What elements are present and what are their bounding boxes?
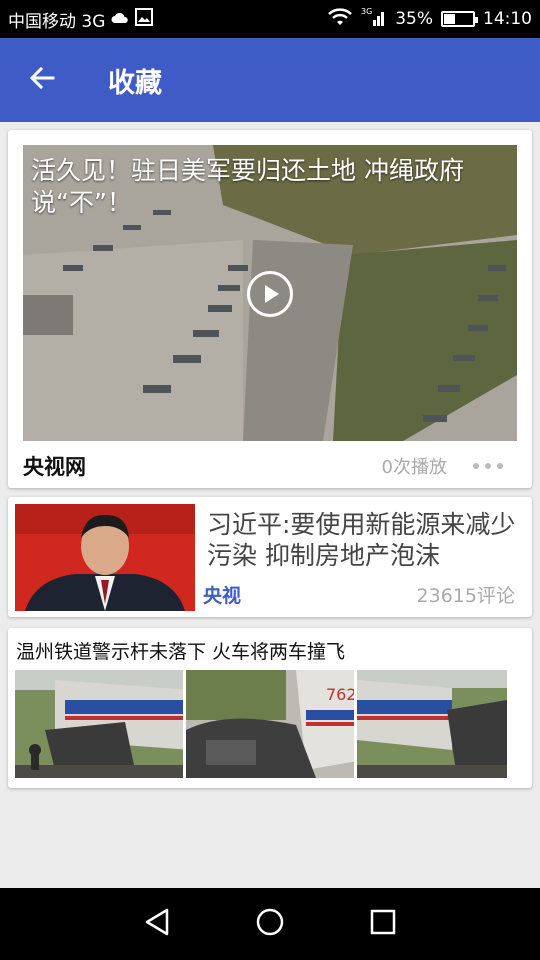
wifi-icon [327,7,353,32]
gallery-card[interactable]: 温州铁道警示杆未落下 火车将两车撞飞 762 [8,628,532,788]
clock: 14:10 [483,9,532,29]
video-title: 活久见！驻日美军要归还土地 冲绳政府说“不”！ [31,156,464,217]
system-nav-bar [0,888,540,960]
back-triangle-icon [144,908,170,940]
news-title: 习近平:要使用新能源来减少污染 抑制房地产泡沫 [207,510,516,570]
nav-home-button[interactable] [250,904,290,944]
recents-square-icon [370,909,396,939]
play-icon [265,285,279,303]
play-button[interactable] [247,271,293,317]
cloud-icon [111,9,129,29]
battery-icon [441,11,478,27]
nav-back-button[interactable] [137,904,177,944]
svg-text:7620: 7620 [326,685,354,704]
signal-3g-icon: 3G [361,6,387,33]
home-circle-icon [256,908,284,940]
app-bar: 收藏 [0,38,540,122]
battery-percent: 35% [395,9,433,29]
more-horizontal-icon [473,463,479,469]
gallery-image-3[interactable] [357,670,525,778]
gallery-image-2[interactable]: 7620 [186,670,354,778]
back-button[interactable] [0,38,84,122]
news-source: 央视 [203,585,242,607]
carrier-text: 中国移动 3G [8,11,106,32]
gallery-title: 温州铁道警示杆未落下 火车将两车撞飞 [16,641,346,663]
status-bar: 中国移动 3G 3G 35% 14:10 [0,0,540,38]
news-card[interactable]: 习近平:要使用新能源来减少污染 抑制房地产泡沫 央视 23615评论 [8,497,532,617]
comment-count: 23615评论 [416,585,515,607]
favorites-list[interactable]: 活久见！驻日美军要归还土地 冲绳政府说“不”！ 央视网 0次播放 习近平:要使用… [0,122,540,888]
video-card[interactable]: 活久见！驻日美军要归还土地 冲绳政府说“不”！ 央视网 0次播放 [8,130,532,488]
play-count: 0次播放 [381,457,447,478]
more-options-button[interactable] [473,463,503,469]
svg-text:3G: 3G [361,7,372,16]
arrow-left-icon [29,66,55,94]
nav-recents-button[interactable] [363,904,403,944]
news-thumbnail [15,504,195,611]
image-icon [135,7,154,31]
gallery-images: 7620 [15,670,525,778]
page-title: 收藏 [108,67,162,99]
video-thumbnail[interactable]: 活久见！驻日美军要归还土地 冲绳政府说“不”！ [23,145,517,441]
video-source: 央视网 [23,455,86,479]
gallery-image-1[interactable] [15,670,183,778]
video-footer: 央视网 0次播放 [23,448,517,484]
